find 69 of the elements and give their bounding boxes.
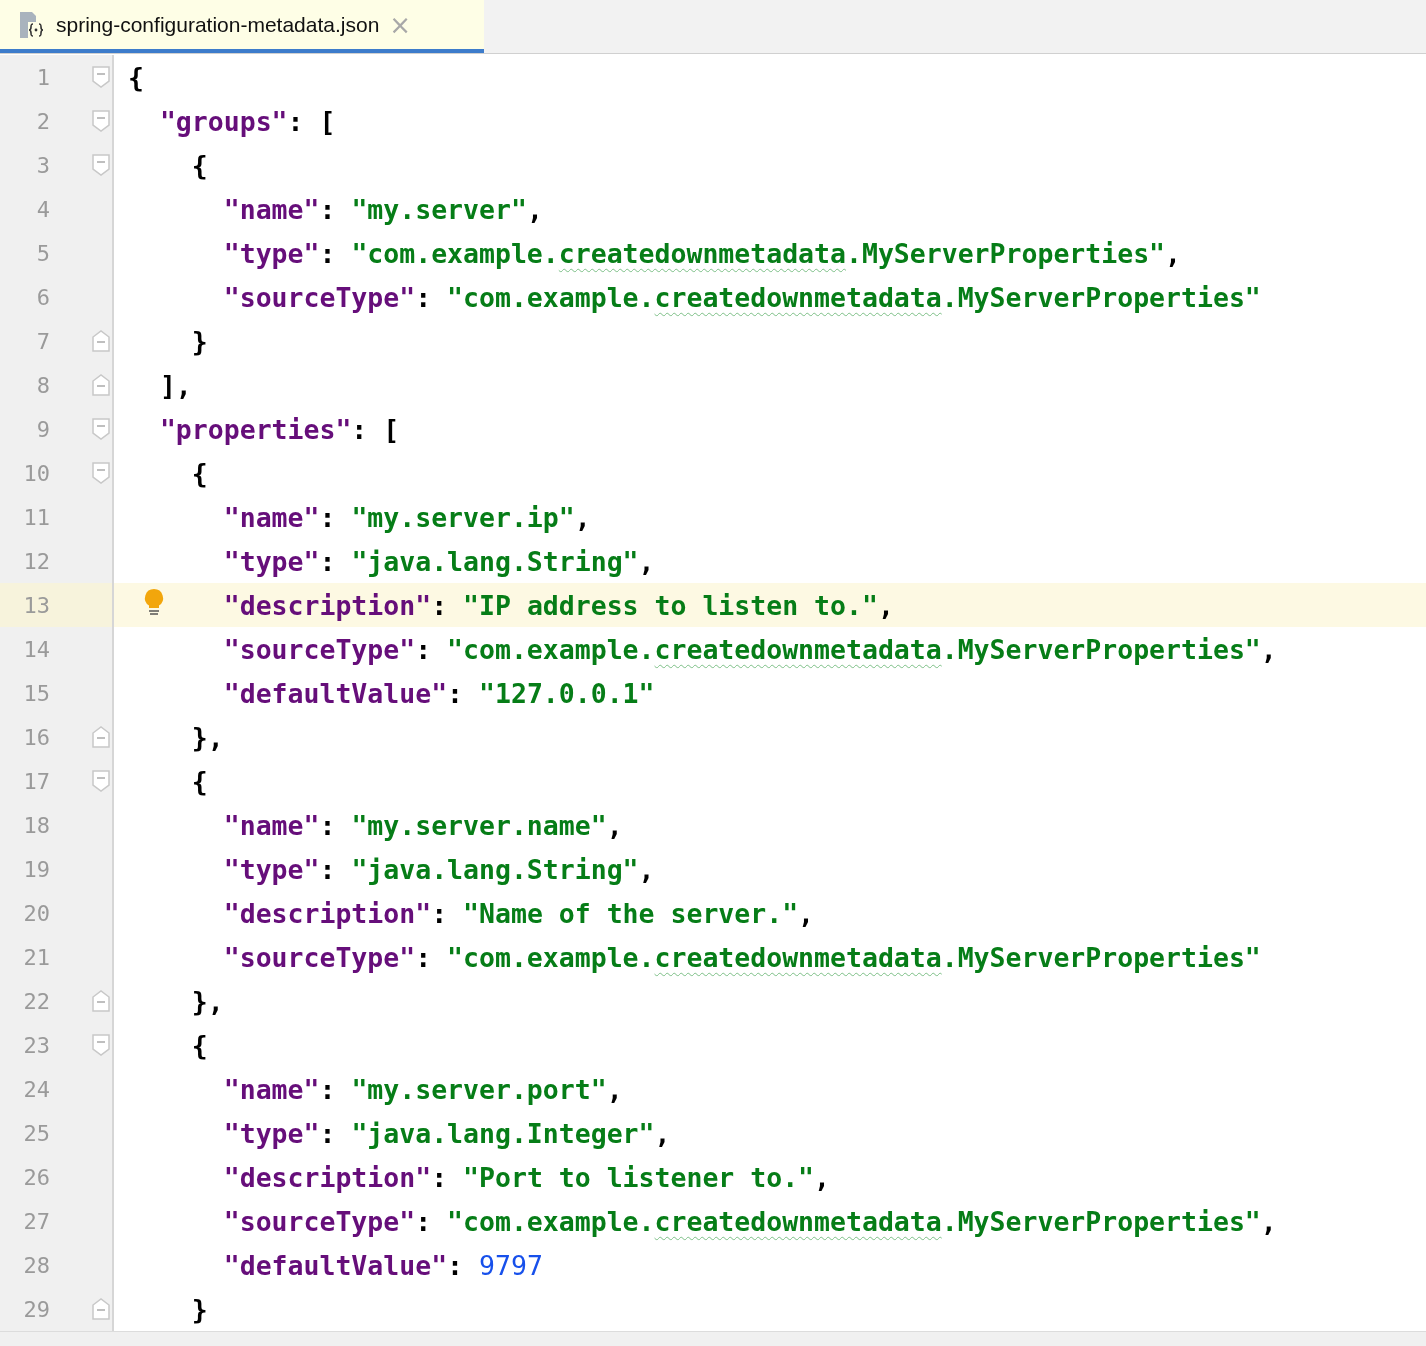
line-number: 1 <box>35 64 50 90</box>
line-number: 11 <box>22 504 50 530</box>
line-number: 20 <box>22 900 50 926</box>
line-number: 2 <box>35 108 50 134</box>
line-number: 4 <box>35 196 50 222</box>
code-line: "sourceType": "com.example.createdownmetadata.MyServerProperties", <box>223 1205 1277 1237</box>
code-line: "type": "java.lang.Integer", <box>223 1117 671 1149</box>
code-line: { <box>191 149 208 181</box>
line-number: 25 <box>22 1120 50 1146</box>
tab-title: spring-configuration-metadata.json <box>56 12 380 37</box>
fold-start-icon[interactable] <box>90 65 112 89</box>
fold-start-icon[interactable] <box>90 461 112 485</box>
line-number: 14 <box>22 636 50 662</box>
code-line: "description": "Port to listener to.", <box>223 1161 831 1193</box>
line-number: 26 <box>22 1164 50 1190</box>
line-number: 3 <box>35 152 50 178</box>
fold-start-icon[interactable] <box>90 417 112 441</box>
line-number: 9 <box>35 416 50 442</box>
fold-start-icon[interactable] <box>90 153 112 177</box>
code-line: "name": "my.server.ip", <box>223 501 591 533</box>
code-line: } <box>191 1293 208 1325</box>
code-line: "name": "my.server.name", <box>223 809 623 841</box>
line-number: 5 <box>35 240 50 266</box>
line-number: 29 <box>22 1296 50 1322</box>
line-number: 12 <box>22 548 50 574</box>
line-number: 24 <box>22 1076 50 1102</box>
line-number: 21 <box>22 944 50 970</box>
line-number: 13 <box>22 592 50 618</box>
fold-start-icon[interactable] <box>90 1033 112 1057</box>
line-number: 10 <box>22 460 50 486</box>
code-line: "name": "my.server", <box>223 193 543 225</box>
code-line: "sourceType": "com.example.createdownmetadata.MyServerProperties", <box>223 633 1277 665</box>
code-line: "sourceType": "com.example.createdownmetadata.MyServerProperties" <box>223 281 1261 313</box>
code-line: ], <box>159 369 192 401</box>
code-line: { <box>191 1029 208 1061</box>
line-number: 15 <box>22 680 50 706</box>
code-line: { <box>191 457 208 489</box>
code-line: "type": "java.lang.String", <box>223 853 655 885</box>
line-number: 18 <box>22 812 50 838</box>
code-line: }, <box>191 985 224 1017</box>
code-line: { <box>128 61 144 93</box>
code-line: "defaultValue": 9797 <box>223 1249 543 1281</box>
code-line: }, <box>191 721 224 753</box>
line-number: 28 <box>22 1252 50 1278</box>
file-tab[interactable]: spring-configuration-metadata.json × <box>0 0 484 53</box>
json-file-icon <box>18 9 46 40</box>
code-line: "type": "java.lang.String", <box>223 545 655 577</box>
code-line: "properties": [ <box>159 413 400 445</box>
code-line: { <box>191 765 208 797</box>
code-line: } <box>191 325 208 357</box>
code-line: "description": "IP address to listen to.", <box>223 589 894 621</box>
horizontal-scrollbar[interactable] <box>0 1331 1426 1346</box>
code-line: "description": "Name of the server.", <box>223 897 815 929</box>
code-line: "groups": [ <box>159 105 336 137</box>
code-line: "type": "com.example.createdownmetadata.MyServerProperties", <box>223 237 1182 269</box>
fold-start-icon[interactable] <box>90 769 112 793</box>
line-number: 22 <box>22 988 50 1014</box>
line-number: 19 <box>22 856 50 882</box>
code-line: "sourceType": "com.example.createdownmetadata.MyServerProperties" <box>223 941 1261 973</box>
line-number: 27 <box>22 1208 50 1234</box>
line-number: 17 <box>22 768 50 794</box>
code-line: "defaultValue": "127.0.0.1" <box>223 677 655 709</box>
code-line: "name": "my.server.port", <box>223 1073 623 1105</box>
line-number: 6 <box>35 284 50 310</box>
line-number: 23 <box>22 1032 50 1058</box>
line-number: 7 <box>35 328 50 354</box>
fold-start-icon[interactable] <box>90 109 112 133</box>
line-number: 16 <box>22 724 50 750</box>
line-number: 8 <box>35 372 50 398</box>
